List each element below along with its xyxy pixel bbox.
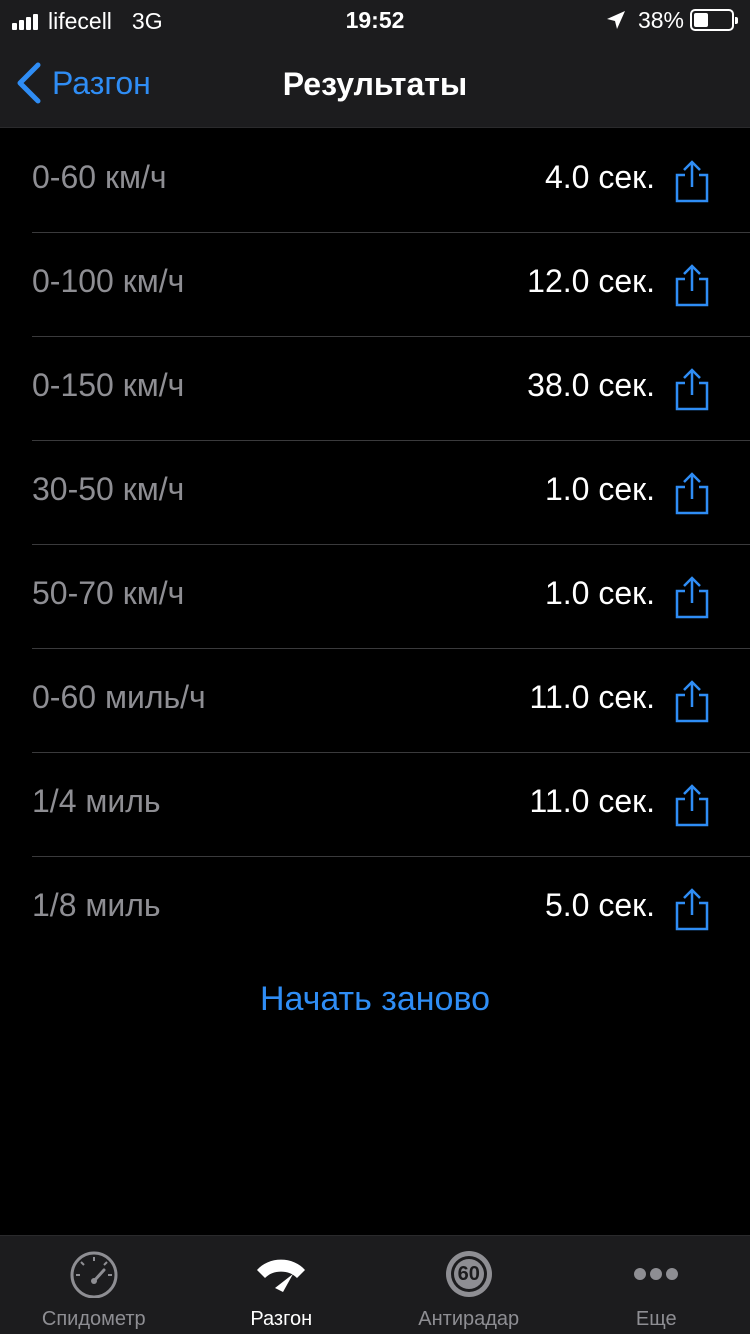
result-value: 11.0 сек. <box>529 679 655 715</box>
result-value: 4.0 сек. <box>544 159 655 195</box>
result-row: 1/8 миль 5.0 сек. <box>32 857 750 961</box>
share-icon[interactable] <box>672 679 712 723</box>
result-label: 0-60 км/ч <box>32 159 167 195</box>
tab-label: Еще <box>635 1308 677 1330</box>
result-label: 0-100 км/ч <box>32 263 185 299</box>
battery-icon <box>690 9 738 31</box>
status-bar-right: 38% <box>604 6 738 33</box>
app-root: lifecell 3G 19:52 38% Разгон Результаты … <box>0 0 750 1334</box>
acceleration-icon <box>257 1259 306 1292</box>
battery-level <box>694 13 708 27</box>
result-value: 1.0 сек. <box>544 471 655 507</box>
result-row: 0-60 км/ч 4.0 сек. <box>32 129 750 233</box>
tab-speedometer[interactable]: Спидометр <box>0 1236 188 1334</box>
share-icon[interactable] <box>672 263 712 307</box>
tab-label: Разгон <box>250 1308 313 1330</box>
share-icon[interactable] <box>672 575 712 619</box>
result-row: 50-70 км/ч 1.0 сек. <box>32 545 750 649</box>
more-icon <box>634 1268 679 1280</box>
share-icon[interactable] <box>672 471 712 515</box>
result-value: 11.0 сек. <box>529 783 655 819</box>
result-row: 0-100 км/ч 12.0 сек. <box>32 233 750 337</box>
result-label: 1/4 миль <box>32 783 161 819</box>
speed-limit-badge: 60 <box>457 1263 480 1285</box>
battery-percent: 38% <box>637 6 684 33</box>
tab-antiradar[interactable]: 60 Антирадар <box>375 1236 563 1334</box>
result-label: 1/8 миль <box>32 887 161 923</box>
result-row: 0-60 миль/ч 11.0 сек. <box>32 649 750 753</box>
tab-label: Спидометр <box>41 1308 146 1330</box>
restart-button[interactable]: Начать заново <box>0 980 750 1019</box>
tab-acceleration[interactable]: Разгон <box>188 1236 376 1334</box>
status-bar: lifecell 3G 19:52 38% <box>0 0 750 40</box>
result-label: 30-50 км/ч <box>32 471 185 507</box>
result-label: 0-60 миль/ч <box>32 679 206 715</box>
result-label: 50-70 км/ч <box>32 575 185 611</box>
share-icon[interactable] <box>672 887 712 931</box>
result-value: 5.0 сек. <box>544 887 655 923</box>
result-row: 1/4 миль 11.0 сек. <box>32 753 750 857</box>
result-value: 1.0 сек. <box>544 575 655 611</box>
tab-more[interactable]: Еще <box>563 1236 750 1334</box>
share-icon[interactable] <box>672 367 712 411</box>
result-value: 38.0 сек. <box>527 367 655 403</box>
tab-label: Антирадар <box>418 1308 520 1330</box>
results-list: 0-60 км/ч 4.0 сек. 0-100 км/ч 12.0 сек. 0-15… <box>0 129 750 961</box>
result-value: 12.0 сек. <box>527 263 655 299</box>
share-icon[interactable] <box>672 159 712 203</box>
tab-bar: Спидометр Разгон 60 Антирадар Еще <box>0 1235 750 1334</box>
result-row: 30-50 км/ч 1.0 сек. <box>32 441 750 545</box>
battery-cap <box>735 17 738 24</box>
result-row: 0-150 км/ч 38.0 сек. <box>32 337 750 441</box>
page-title: Результаты <box>282 66 468 102</box>
location-arrow-icon <box>606 11 625 29</box>
result-label: 0-150 км/ч <box>32 367 185 403</box>
share-icon[interactable] <box>672 783 712 827</box>
speedometer-icon <box>70 1251 118 1298</box>
navigation-bar: Разгон Результаты <box>0 40 750 128</box>
